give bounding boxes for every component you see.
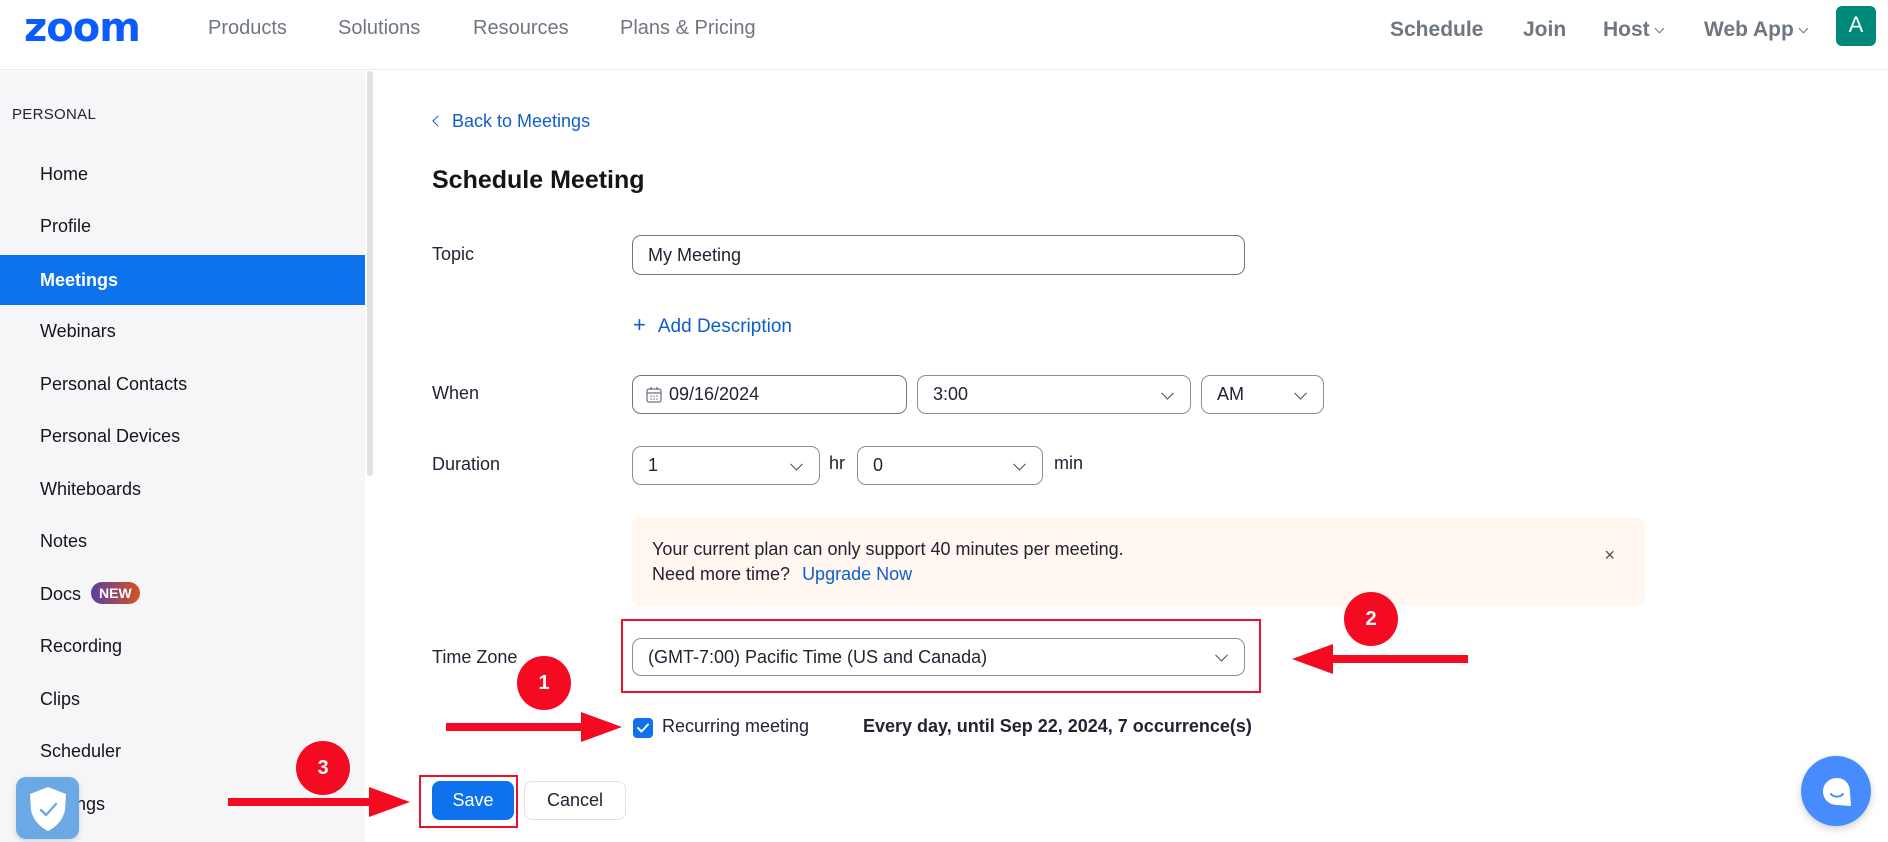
chevron-left-icon (432, 115, 444, 127)
chat-support-button[interactable] (1801, 756, 1871, 826)
nav-web-app-label: Web App (1704, 18, 1794, 41)
duration-hours-select[interactable]: 1 (632, 446, 820, 485)
sidebar-item-personal-contacts[interactable]: Personal Contacts (0, 359, 365, 409)
back-link-label: Back to Meetings (452, 111, 591, 131)
add-description-link[interactable]: + Add Description (633, 312, 792, 338)
chevron-down-icon (1215, 648, 1228, 662)
nav-host-label: Host (1603, 18, 1650, 41)
nav-web-app[interactable]: Web App (1704, 18, 1809, 42)
topic-input-value: My Meeting (648, 244, 742, 265)
recurring-meeting-label[interactable]: Recurring meeting (662, 716, 809, 737)
banner-need-more-time: Need more time? (652, 564, 791, 584)
chevron-down-icon (1294, 386, 1307, 400)
minutes-unit: min (1054, 453, 1084, 473)
top-header: zoom Products Solutions Resources Plans … (0, 0, 1888, 70)
nav-host[interactable]: Host (1603, 18, 1665, 42)
ampm-value: AM (1217, 384, 1244, 404)
upgrade-now-link[interactable]: Upgrade Now (802, 564, 912, 584)
nav-resources[interactable]: Resources (473, 16, 569, 40)
annotation-badge-2: 2 (1344, 592, 1398, 646)
duration-minutes-select[interactable]: 0 (857, 446, 1043, 485)
nav-schedule[interactable]: Schedule (1390, 18, 1483, 42)
annotation-arrow-right-icon (446, 712, 622, 742)
chat-icon (1823, 778, 1851, 806)
nav-join[interactable]: Join (1523, 18, 1566, 42)
annotation-arrow-right-icon (228, 787, 410, 817)
nav-plans-pricing[interactable]: Plans & Pricing (620, 16, 756, 40)
sidebar-item-recording[interactable]: Recording (0, 621, 365, 671)
chevron-down-icon (1013, 457, 1026, 471)
avatar[interactable]: A (1836, 6, 1876, 46)
sidebar-item-clips[interactable]: Clips (0, 674, 365, 724)
topic-label: Topic (432, 244, 475, 264)
duration-label: Duration (432, 454, 501, 474)
back-to-meetings-link[interactable]: Back to Meetings (432, 110, 591, 132)
chevron-down-icon (1654, 23, 1665, 34)
add-description-label: Add Description (657, 316, 792, 337)
annotation-arrow-left-icon (1292, 644, 1468, 674)
recurrence-summary: Every day, until Sep 22, 2024, 7 occurre… (863, 716, 1252, 736)
time-select[interactable]: 3:00 (917, 375, 1191, 414)
nav-products[interactable]: Products (208, 16, 287, 40)
plus-icon: + (633, 312, 646, 337)
topic-input[interactable]: My Meeting (632, 235, 1245, 275)
calendar-icon (646, 386, 662, 403)
sidebar-scrollbar[interactable] (367, 71, 373, 476)
recurring-meeting-checkbox[interactable] (633, 718, 653, 738)
time-value: 3:00 (933, 384, 969, 404)
page-title: Schedule Meeting (432, 166, 645, 194)
time-zone-value: (GMT-7:00) Pacific Time (US and Canada) (648, 646, 988, 667)
new-badge: NEW (91, 582, 140, 604)
duration-minutes-value: 0 (873, 455, 884, 475)
date-input[interactable]: 09/16/2024 (632, 375, 907, 414)
close-icon[interactable]: × (1604, 545, 1615, 566)
time-zone-select[interactable]: (GMT-7:00) Pacific Time (US and Canada) (632, 638, 1245, 676)
nav-solutions[interactable]: Solutions (338, 16, 420, 40)
sidebar-item-docs[interactable]: Docs NEW (0, 569, 365, 619)
security-shield-widget[interactable] (16, 777, 79, 839)
plan-limit-banner: Your current plan can only support 40 mi… (632, 517, 1645, 606)
ampm-select[interactable]: AM (1201, 375, 1324, 414)
sidebar-item-profile[interactable]: Profile (0, 201, 365, 251)
sidebar-item-webinars[interactable]: Webinars (0, 306, 365, 356)
sidebar-item-whiteboards[interactable]: Whiteboards (0, 464, 365, 514)
hours-unit: hr (829, 453, 846, 473)
chevron-down-icon (1161, 386, 1174, 400)
banner-message: Your current plan can only support 40 mi… (652, 539, 1124, 559)
check-icon (637, 723, 649, 733)
sidebar-item-meetings[interactable]: Meetings (0, 255, 365, 305)
banner-message-2: Need more time? Upgrade Now (652, 564, 912, 585)
save-button[interactable]: Save (432, 781, 514, 820)
when-label: When (432, 383, 480, 403)
chevron-down-icon (790, 457, 803, 471)
shield-check-icon (30, 787, 66, 831)
sidebar-item-docs-label: Docs (40, 584, 82, 604)
annotation-badge-1: 1 (517, 656, 571, 710)
zoom-logo[interactable]: zoom (24, 8, 141, 48)
duration-hours-value: 1 (648, 455, 659, 475)
sidebar-item-notes[interactable]: Notes (0, 516, 365, 566)
time-zone-label: Time Zone (432, 647, 518, 667)
chevron-down-icon (1798, 23, 1809, 34)
sidebar-section-personal: PERSONAL (12, 106, 97, 123)
cancel-button[interactable]: Cancel (524, 781, 626, 820)
date-value: 09/16/2024 (669, 384, 760, 404)
sidebar-item-home[interactable]: Home (0, 149, 365, 199)
sidebar-item-personal-devices[interactable]: Personal Devices (0, 411, 365, 461)
